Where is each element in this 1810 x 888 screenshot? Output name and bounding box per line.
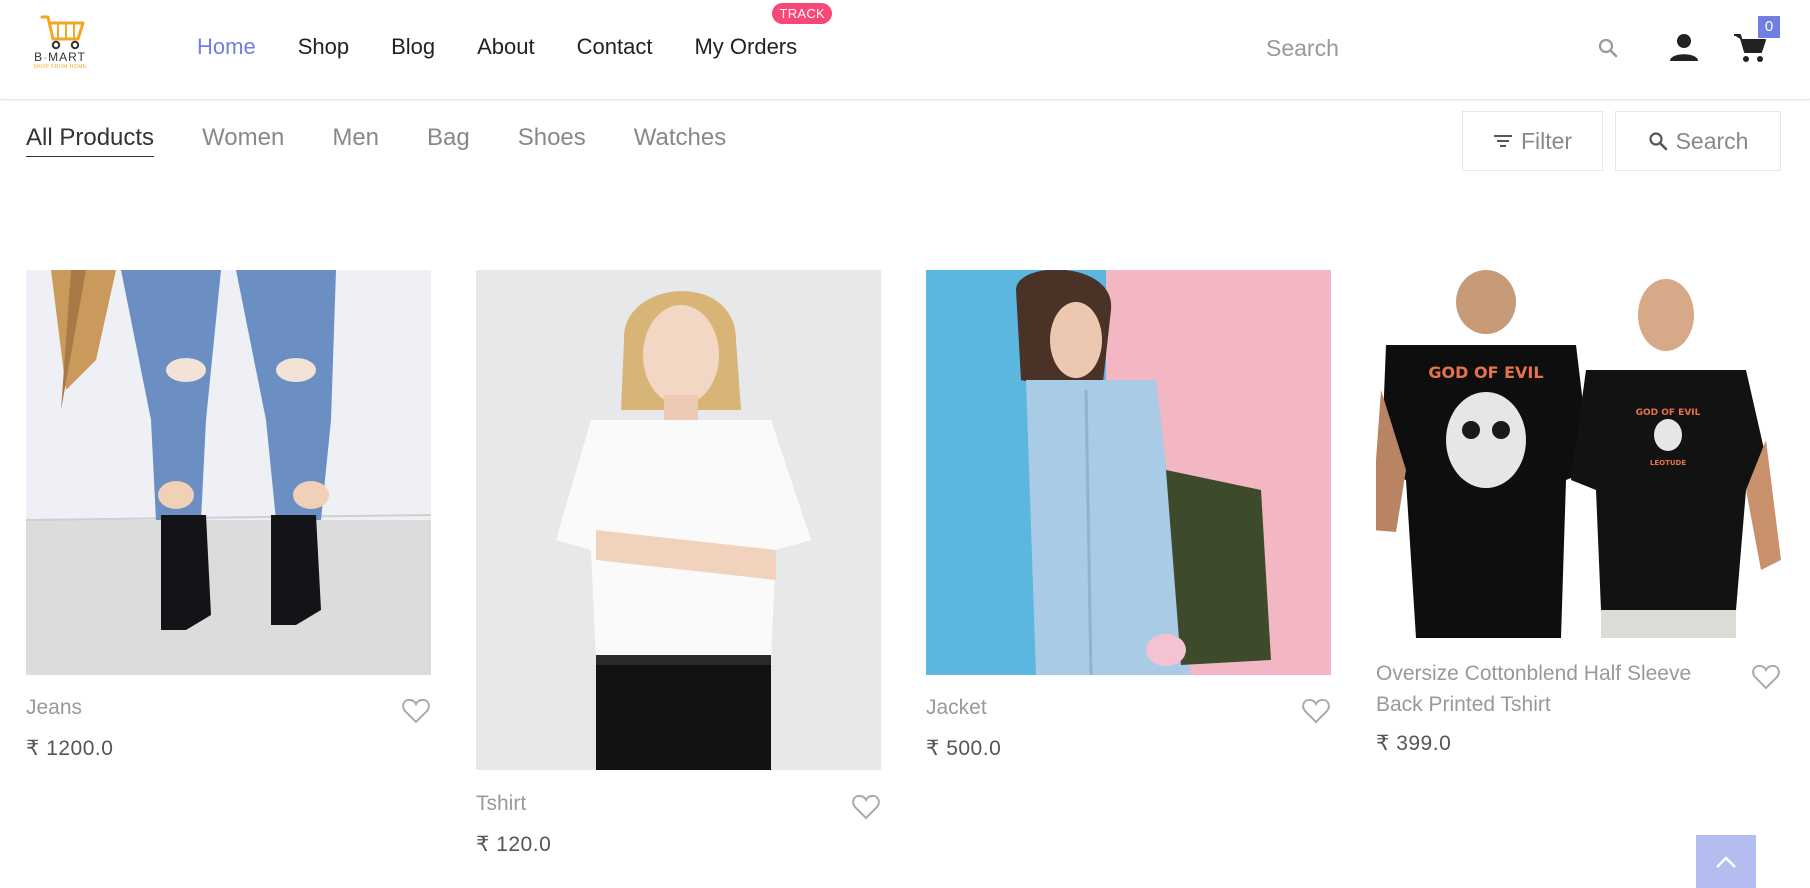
heart-icon[interactable] bbox=[1752, 664, 1780, 690]
search-icon bbox=[1648, 132, 1667, 151]
category-filter-bar: All Products Women Men Bag Shoes Watches bbox=[26, 124, 774, 157]
nav-my-orders[interactable]: My Orders TRACK bbox=[694, 3, 833, 60]
product-image-tshirt[interactable] bbox=[476, 270, 881, 770]
logo-text: B-MART bbox=[34, 50, 86, 64]
product-card: Jeans ₹ 1200.0 bbox=[26, 270, 431, 760]
user-icon[interactable] bbox=[1668, 31, 1700, 63]
product-card: GOD OF EVIL GOD OF EVIL LEOTUDE Oversize… bbox=[1376, 270, 1781, 755]
nav-shop[interactable]: Shop bbox=[298, 34, 349, 60]
site-logo[interactable]: B-MART SHOP FROM HOME bbox=[28, 12, 92, 74]
nav-my-orders-label: My Orders bbox=[694, 34, 798, 59]
header-search bbox=[1266, 32, 1618, 64]
product-card: Tshirt ₹ 120.0 bbox=[476, 270, 881, 856]
category-women[interactable]: Women bbox=[202, 124, 284, 157]
print-text-back: GOD OF EVIL bbox=[1428, 363, 1543, 382]
filter-label: Filter bbox=[1520, 127, 1573, 154]
product-price: ₹ 1200.0 bbox=[26, 737, 114, 760]
cart-count-badge: 0 bbox=[1758, 16, 1780, 38]
product-name[interactable]: Jacket bbox=[926, 692, 1286, 723]
nav-contact[interactable]: Contact bbox=[577, 34, 653, 60]
heart-icon[interactable] bbox=[1302, 698, 1330, 724]
product-price: ₹ 500.0 bbox=[926, 737, 1002, 760]
product-name[interactable]: Oversize Cottonblend Half Sleeve Back Pr… bbox=[1376, 658, 1736, 720]
category-all-products[interactable]: All Products bbox=[26, 124, 155, 157]
nav-home[interactable]: Home bbox=[197, 34, 256, 60]
cart-logo-icon bbox=[40, 15, 85, 50]
heart-icon[interactable] bbox=[402, 698, 430, 724]
print-text-front-small: LEOTUDE bbox=[1650, 459, 1686, 467]
product-name[interactable]: Jeans bbox=[26, 692, 386, 723]
search-toggle-label: Search bbox=[1675, 127, 1749, 154]
category-men[interactable]: Men bbox=[332, 124, 379, 157]
category-bag[interactable]: Bag bbox=[427, 124, 470, 157]
scroll-to-top-button[interactable] bbox=[1696, 835, 1756, 888]
header: B-MART SHOP FROM HOME Home Shop Blog Abo… bbox=[0, 0, 1810, 100]
search-toggle-button[interactable]: Search bbox=[1615, 111, 1781, 171]
product-image-jeans[interactable] bbox=[26, 270, 431, 675]
category-watches[interactable]: Watches bbox=[634, 124, 726, 157]
product-price: ₹ 120.0 bbox=[476, 833, 552, 856]
filter-icon bbox=[1493, 135, 1512, 147]
category-shoes[interactable]: Shoes bbox=[518, 124, 586, 157]
product-image-jacket[interactable] bbox=[926, 270, 1331, 675]
logo-tagline: SHOP FROM HOME bbox=[33, 64, 87, 70]
chevron-up-icon bbox=[1716, 855, 1736, 868]
search-icon[interactable] bbox=[1596, 36, 1620, 60]
nav-blog[interactable]: Blog bbox=[391, 34, 435, 60]
product-name[interactable]: Tshirt bbox=[476, 788, 836, 819]
product-image-oversize-tshirt[interactable]: GOD OF EVIL GOD OF EVIL LEOTUDE bbox=[1376, 270, 1781, 638]
heart-icon[interactable] bbox=[852, 794, 880, 820]
product-card: Jacket ₹ 500.0 bbox=[926, 270, 1331, 760]
track-badge: TRACK bbox=[772, 3, 833, 24]
product-price: ₹ 399.0 bbox=[1376, 732, 1452, 755]
search-input[interactable] bbox=[1266, 32, 1546, 64]
main-nav: Home Shop Blog About Contact My Orders TR… bbox=[197, 3, 839, 60]
filter-button[interactable]: Filter bbox=[1462, 111, 1603, 171]
print-text-front: GOD OF EVIL bbox=[1636, 408, 1701, 418]
nav-about[interactable]: About bbox=[477, 34, 535, 60]
